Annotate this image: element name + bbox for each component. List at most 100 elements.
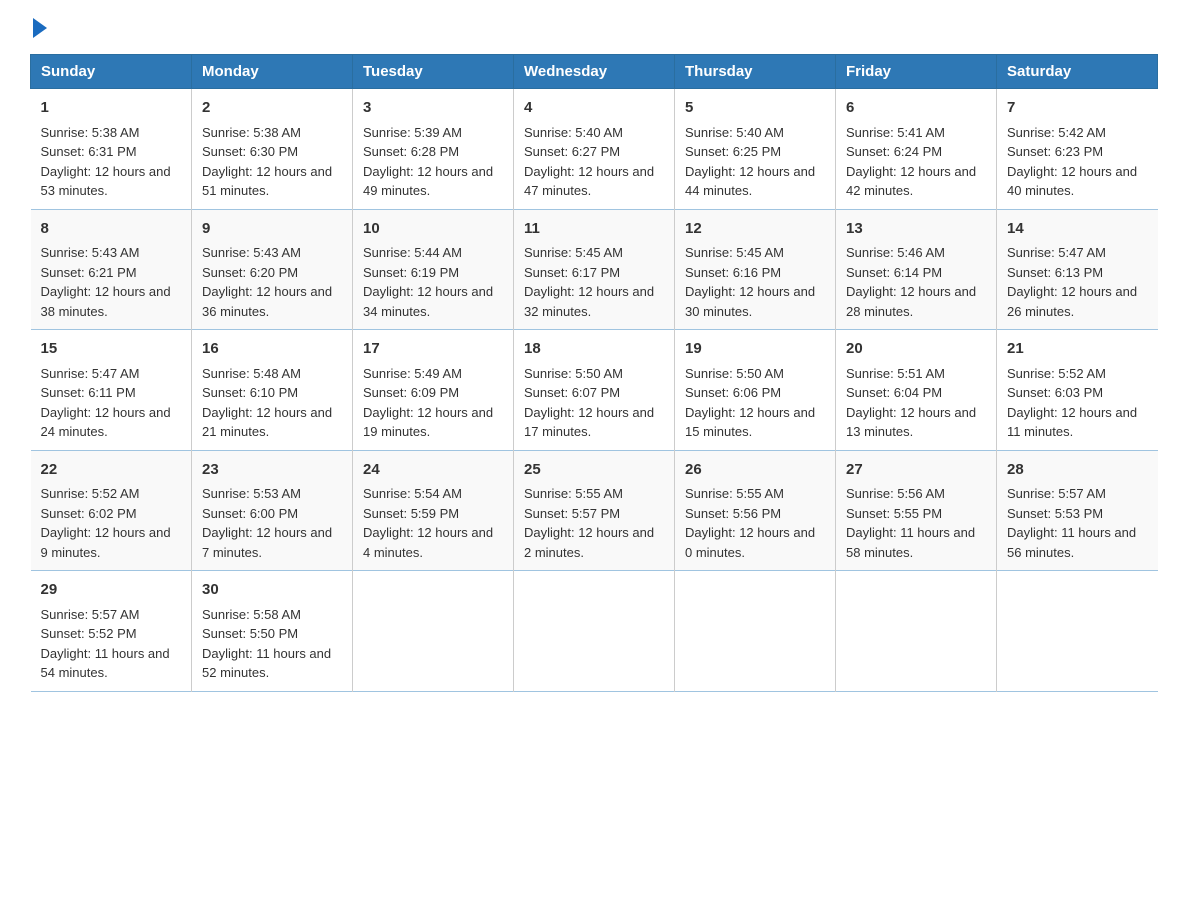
sunset-text: Sunset: 6:17 PM	[524, 265, 620, 280]
day-number: 18	[524, 338, 664, 361]
calendar-day-cell	[514, 571, 675, 692]
day-number: 22	[41, 459, 182, 482]
calendar-day-cell	[997, 571, 1158, 692]
sunrise-text: Sunrise: 5:38 AM	[202, 125, 301, 140]
calendar-body: 1Sunrise: 5:38 AMSunset: 6:31 PMDaylight…	[31, 89, 1158, 692]
logo-arrow-icon	[33, 18, 47, 38]
sunrise-text: Sunrise: 5:40 AM	[524, 125, 623, 140]
sunrise-text: Sunrise: 5:45 AM	[524, 245, 623, 260]
calendar-week-row: 22Sunrise: 5:52 AMSunset: 6:02 PMDayligh…	[31, 450, 1158, 571]
header-tuesday: Tuesday	[353, 55, 514, 89]
calendar-day-cell: 22Sunrise: 5:52 AMSunset: 6:02 PMDayligh…	[31, 450, 192, 571]
sunrise-text: Sunrise: 5:54 AM	[363, 486, 462, 501]
sunrise-text: Sunrise: 5:56 AM	[846, 486, 945, 501]
sunset-text: Sunset: 6:13 PM	[1007, 265, 1103, 280]
day-number: 7	[1007, 97, 1148, 120]
sunset-text: Sunset: 5:55 PM	[846, 506, 942, 521]
calendar-week-row: 29Sunrise: 5:57 AMSunset: 5:52 PMDayligh…	[31, 571, 1158, 692]
sunset-text: Sunset: 6:10 PM	[202, 385, 298, 400]
daylight-text: Daylight: 12 hours and 17 minutes.	[524, 405, 654, 440]
calendar-day-cell: 7Sunrise: 5:42 AMSunset: 6:23 PMDaylight…	[997, 89, 1158, 210]
sunrise-text: Sunrise: 5:58 AM	[202, 607, 301, 622]
daylight-text: Daylight: 11 hours and 52 minutes.	[202, 646, 331, 681]
day-number: 21	[1007, 338, 1148, 361]
sunset-text: Sunset: 6:25 PM	[685, 144, 781, 159]
header-wednesday: Wednesday	[514, 55, 675, 89]
day-number: 5	[685, 97, 825, 120]
day-number: 2	[202, 97, 342, 120]
sunrise-text: Sunrise: 5:44 AM	[363, 245, 462, 260]
daylight-text: Daylight: 12 hours and 49 minutes.	[363, 164, 493, 199]
calendar-day-cell: 16Sunrise: 5:48 AMSunset: 6:10 PMDayligh…	[192, 330, 353, 451]
sunset-text: Sunset: 6:00 PM	[202, 506, 298, 521]
daylight-text: Daylight: 12 hours and 32 minutes.	[524, 284, 654, 319]
day-number: 23	[202, 459, 342, 482]
sunset-text: Sunset: 6:02 PM	[41, 506, 137, 521]
sunset-text: Sunset: 5:57 PM	[524, 506, 620, 521]
day-number: 8	[41, 218, 182, 241]
calendar-day-cell: 23Sunrise: 5:53 AMSunset: 6:00 PMDayligh…	[192, 450, 353, 571]
day-number: 6	[846, 97, 986, 120]
logo	[30, 20, 47, 38]
daylight-text: Daylight: 12 hours and 4 minutes.	[363, 525, 493, 560]
daylight-text: Daylight: 12 hours and 53 minutes.	[41, 164, 171, 199]
calendar-day-cell: 29Sunrise: 5:57 AMSunset: 5:52 PMDayligh…	[31, 571, 192, 692]
daylight-text: Daylight: 12 hours and 51 minutes.	[202, 164, 332, 199]
day-number: 15	[41, 338, 182, 361]
daylight-text: Daylight: 12 hours and 11 minutes.	[1007, 405, 1137, 440]
sunrise-text: Sunrise: 5:41 AM	[846, 125, 945, 140]
calendar-day-cell	[353, 571, 514, 692]
day-number: 17	[363, 338, 503, 361]
calendar-day-cell: 2 Sunrise: 5:38 AM Sunset: 6:30 PM Daylight…	[192, 89, 353, 210]
calendar-day-cell: 26Sunrise: 5:55 AMSunset: 5:56 PMDayligh…	[675, 450, 836, 571]
day-number: 3	[363, 97, 503, 120]
daylight-text: Daylight: 11 hours and 58 minutes.	[846, 525, 975, 560]
daylight-text: Daylight: 12 hours and 19 minutes.	[363, 405, 493, 440]
calendar-header: Sunday Monday Tuesday Wednesday Thursday…	[31, 55, 1158, 89]
header-friday: Friday	[836, 55, 997, 89]
calendar-table: Sunday Monday Tuesday Wednesday Thursday…	[30, 54, 1158, 692]
day-number: 20	[846, 338, 986, 361]
sunset-text: Sunset: 6:28 PM	[363, 144, 459, 159]
sunset-text: Sunset: 6:30 PM	[202, 144, 298, 159]
sunrise-text: Sunrise: 5:55 AM	[685, 486, 784, 501]
sunset-text: Sunset: 6:21 PM	[41, 265, 137, 280]
day-number: 9	[202, 218, 342, 241]
calendar-day-cell	[836, 571, 997, 692]
calendar-week-row: 8Sunrise: 5:43 AMSunset: 6:21 PMDaylight…	[31, 209, 1158, 330]
calendar-day-cell: 21Sunrise: 5:52 AMSunset: 6:03 PMDayligh…	[997, 330, 1158, 451]
sunrise-text: Sunrise: 5:55 AM	[524, 486, 623, 501]
day-number: 26	[685, 459, 825, 482]
sunrise-text: Sunrise: 5:40 AM	[685, 125, 784, 140]
calendar-week-row: 1Sunrise: 5:38 AMSunset: 6:31 PMDaylight…	[31, 89, 1158, 210]
daylight-text: Daylight: 12 hours and 40 minutes.	[1007, 164, 1137, 199]
day-number: 29	[41, 579, 182, 602]
day-number: 4	[524, 97, 664, 120]
calendar-day-cell: 3Sunrise: 5:39 AMSunset: 6:28 PMDaylight…	[353, 89, 514, 210]
calendar-day-cell: 5Sunrise: 5:40 AMSunset: 6:25 PMDaylight…	[675, 89, 836, 210]
sunset-text: Sunset: 6:14 PM	[846, 265, 942, 280]
sunset-text: Sunset: 6:23 PM	[1007, 144, 1103, 159]
sunset-text: Sunset: 6:24 PM	[846, 144, 942, 159]
calendar-day-cell	[675, 571, 836, 692]
sunrise-text: Sunrise: 5:52 AM	[1007, 366, 1106, 381]
day-number: 16	[202, 338, 342, 361]
sunset-text: Sunset: 6:09 PM	[363, 385, 459, 400]
calendar-day-cell: 14Sunrise: 5:47 AMSunset: 6:13 PMDayligh…	[997, 209, 1158, 330]
day-number: 24	[363, 459, 503, 482]
calendar-day-cell: 30Sunrise: 5:58 AMSunset: 5:50 PMDayligh…	[192, 571, 353, 692]
daylight-text: Daylight: 12 hours and 42 minutes.	[846, 164, 976, 199]
sunset-text: Sunset: 6:11 PM	[41, 385, 136, 400]
calendar-day-cell: 15Sunrise: 5:47 AMSunset: 6:11 PMDayligh…	[31, 330, 192, 451]
calendar-day-cell: 13Sunrise: 5:46 AMSunset: 6:14 PMDayligh…	[836, 209, 997, 330]
calendar-day-cell: 19Sunrise: 5:50 AMSunset: 6:06 PMDayligh…	[675, 330, 836, 451]
sunrise-text: Sunrise: 5:57 AM	[41, 607, 140, 622]
daylight-text: Daylight: 12 hours and 28 minutes.	[846, 284, 976, 319]
calendar-day-cell: 25Sunrise: 5:55 AMSunset: 5:57 PMDayligh…	[514, 450, 675, 571]
calendar-day-cell: 18Sunrise: 5:50 AMSunset: 6:07 PMDayligh…	[514, 330, 675, 451]
day-number: 25	[524, 459, 664, 482]
calendar-day-cell: 24Sunrise: 5:54 AMSunset: 5:59 PMDayligh…	[353, 450, 514, 571]
day-number: 13	[846, 218, 986, 241]
daylight-text: Daylight: 12 hours and 34 minutes.	[363, 284, 493, 319]
sunrise-text: Sunrise: 5:38 AM	[41, 125, 140, 140]
